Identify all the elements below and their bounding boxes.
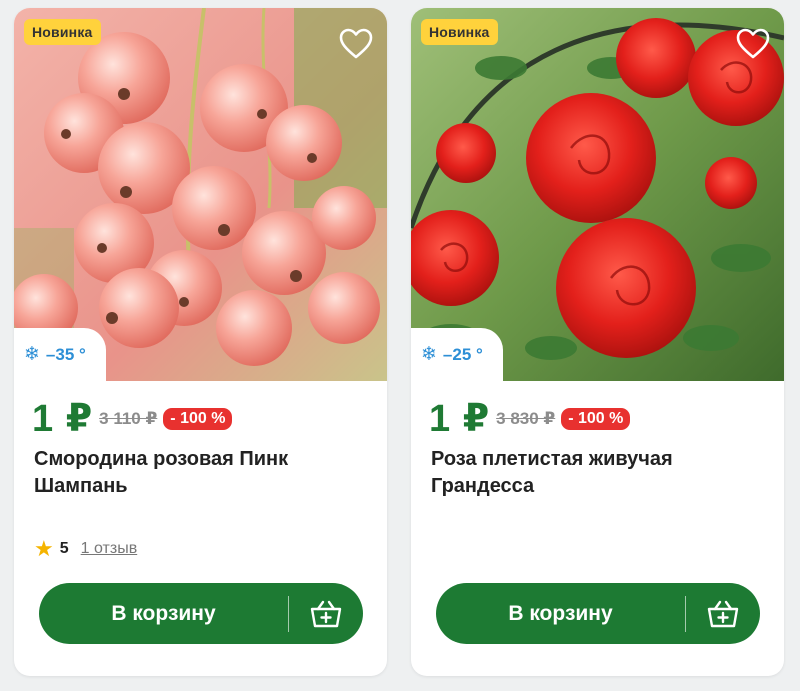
new-badge: Новинка — [421, 19, 498, 45]
rating-row: ★ 5 1 отзыв — [34, 538, 137, 560]
current-price: 1 ₽ — [429, 398, 491, 440]
reviews-link[interactable]: 1 отзыв — [81, 540, 138, 558]
product-grid: Новинка ❄ –35 ° 1 ₽ 3 110 ₽ - 100 % Смор… — [0, 0, 800, 691]
old-price: 3 830 ₽ — [496, 408, 556, 428]
discount-badge: - 100 % — [163, 407, 233, 430]
product-photo-rose[interactable]: Новинка ❄ –25 ° — [411, 8, 784, 381]
rating-score: 5 — [59, 540, 69, 557]
add-to-cart-label: В корзину — [111, 601, 216, 625]
heart-icon — [736, 28, 770, 59]
price-row: 1 ₽ 3 830 ₽ - 100 % — [429, 396, 631, 441]
frost-resistance-badge: ❄ –25 ° — [411, 328, 503, 381]
frost-value: –25 ° — [442, 344, 483, 364]
heart-icon — [339, 28, 373, 59]
product-card[interactable]: Новинка ❄ –25 ° 1 ₽ 3 830 ₽ - 100 % Роза… — [411, 8, 784, 676]
product-title[interactable]: Роза плетистая живучая Грандесса — [431, 446, 761, 500]
current-price: 1 ₽ — [32, 398, 94, 440]
frost-resistance-badge: ❄ –35 ° — [14, 328, 106, 381]
star-icon: ★ — [34, 536, 54, 561]
basket-plus-icon[interactable] — [289, 583, 363, 644]
new-badge: Новинка — [24, 19, 101, 45]
add-to-cart-button[interactable]: В корзину — [436, 583, 760, 644]
favorite-heart-icon[interactable] — [339, 28, 373, 60]
product-card[interactable]: Новинка ❄ –35 ° 1 ₽ 3 110 ₽ - 100 % Смор… — [14, 8, 387, 676]
basket-plus-icon[interactable] — [686, 583, 760, 644]
product-photo-currant[interactable]: Новинка ❄ –35 ° — [14, 8, 387, 381]
frost-value: –35 ° — [45, 344, 86, 364]
snowflake-icon: ❄ — [24, 344, 40, 365]
snowflake-icon: ❄ — [421, 344, 437, 365]
price-row: 1 ₽ 3 110 ₽ - 100 % — [32, 396, 233, 441]
product-title[interactable]: Смородина розовая Пинк Шампань — [34, 446, 364, 500]
discount-badge: - 100 % — [561, 407, 631, 430]
favorite-heart-icon[interactable] — [736, 28, 770, 60]
add-to-cart-button[interactable]: В корзину — [39, 583, 363, 644]
add-to-cart-label: В корзину — [508, 601, 613, 625]
old-price: 3 110 ₽ — [99, 408, 158, 428]
rose-image — [411, 8, 784, 381]
currant-image — [14, 8, 387, 381]
